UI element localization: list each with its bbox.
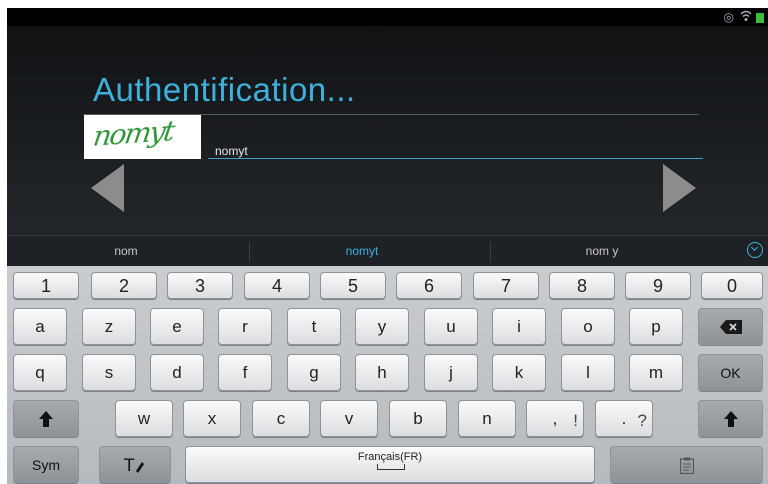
wifi-icon (740, 10, 752, 25)
key-h[interactable]: h (355, 354, 409, 391)
key-k[interactable]: k (492, 354, 546, 391)
captcha-image: nomyt (84, 115, 201, 159)
screen: ◎ Authentification... nomyt nom nomyt no… (0, 0, 768, 484)
backspace-icon (699, 309, 762, 334)
key-y[interactable]: y (355, 308, 409, 345)
key-g[interactable]: g (287, 354, 341, 391)
next-arrow-icon[interactable] (663, 164, 696, 212)
shift-key-left[interactable] (13, 400, 79, 437)
space-key[interactable]: Français(FR) (185, 446, 595, 483)
key-r[interactable]: r (218, 308, 272, 345)
key-o[interactable]: o (561, 308, 615, 345)
suggestion-item[interactable]: nom (71, 244, 181, 258)
key-8[interactable]: 8 (549, 272, 615, 299)
shift-icon (699, 401, 762, 427)
key-s[interactable]: s (82, 354, 136, 391)
svg-text:T: T (124, 456, 135, 474)
key-3[interactable]: 3 (167, 272, 233, 299)
key-n[interactable]: n (458, 400, 516, 437)
handwriting-icon: T (100, 447, 170, 474)
backspace-key[interactable] (698, 308, 763, 345)
key-7[interactable]: 7 (473, 272, 539, 299)
clipboard-icon (611, 447, 762, 474)
shift-key-right[interactable] (698, 400, 763, 437)
key-a[interactable]: a (13, 308, 67, 345)
key-f[interactable]: f (218, 354, 272, 391)
chevron-down-circle-icon[interactable] (747, 242, 763, 258)
key-u[interactable]: u (424, 308, 478, 345)
key-j[interactable]: j (424, 354, 478, 391)
key-1[interactable]: 1 (13, 272, 79, 299)
key-4[interactable]: 4 (244, 272, 310, 299)
key-9[interactable]: 9 (625, 272, 691, 299)
text-tools-key[interactable]: T (99, 446, 171, 483)
key-t[interactable]: t (287, 308, 341, 345)
key-z[interactable]: z (82, 308, 136, 345)
key-5[interactable]: 5 (320, 272, 386, 299)
key-p[interactable]: p (629, 308, 683, 345)
key-l[interactable]: l (561, 354, 615, 391)
battery-icon (756, 13, 764, 23)
ok-key[interactable]: OK (698, 354, 763, 391)
previous-arrow-icon[interactable] (91, 164, 124, 212)
key-comma[interactable]: ,! (526, 400, 584, 437)
key-e[interactable]: e (150, 308, 204, 345)
suggestion-divider (490, 242, 491, 262)
space-bar-icon (377, 464, 405, 470)
clipboard-key[interactable] (610, 446, 763, 483)
key-b[interactable]: b (389, 400, 447, 437)
key-i[interactable]: i (492, 308, 546, 345)
status-bar: ◎ (7, 8, 768, 26)
captcha-input[interactable] (208, 144, 703, 159)
key-w[interactable]: w (115, 400, 173, 437)
captcha-text: nomyt (91, 115, 176, 153)
sym-key[interactable]: Sym (13, 446, 79, 483)
key-q[interactable]: q (13, 354, 67, 391)
suggestion-bar: nom nomyt nom y (7, 235, 768, 267)
key-2[interactable]: 2 (91, 272, 157, 299)
keyboard: 1 2 3 4 5 6 7 8 9 0 a z e r t y u i o p … (7, 266, 768, 484)
suggestion-item-selected[interactable]: nomyt (307, 244, 417, 258)
shift-icon (14, 401, 78, 427)
key-m[interactable]: m (629, 354, 683, 391)
eye-icon: ◎ (723, 10, 734, 24)
key-d[interactable]: d (150, 354, 204, 391)
key-0[interactable]: 0 (701, 272, 763, 299)
key-x[interactable]: x (183, 400, 241, 437)
key-6[interactable]: 6 (396, 272, 462, 299)
suggestion-item[interactable]: nom y (547, 244, 657, 258)
key-period[interactable]: .? (595, 400, 653, 437)
key-c[interactable]: c (252, 400, 310, 437)
auth-dialog: Authentification... nomyt (7, 26, 768, 235)
key-v[interactable]: v (320, 400, 378, 437)
page-title: Authentification... (93, 71, 356, 108)
suggestion-divider (249, 242, 250, 262)
